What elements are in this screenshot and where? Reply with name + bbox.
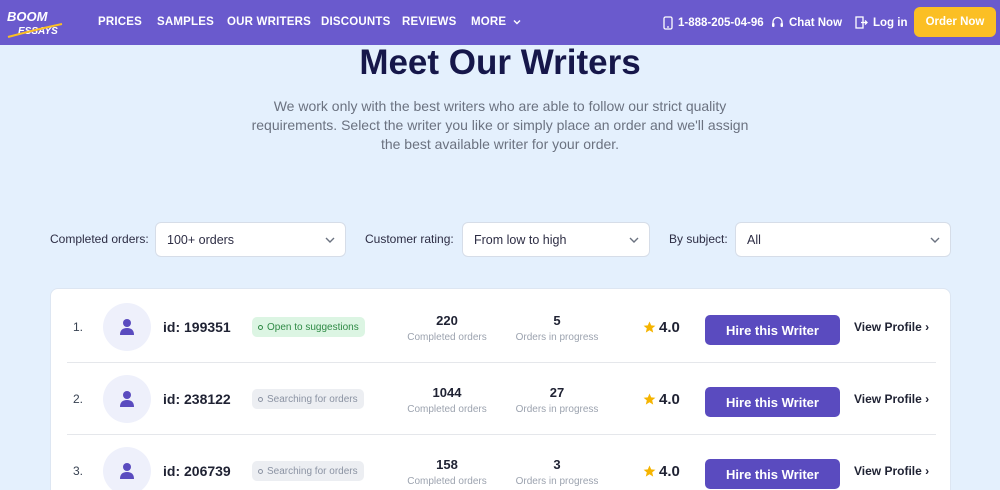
- row-number: 1.: [73, 320, 84, 334]
- rating-value: 4.0: [659, 390, 680, 408]
- by-subject-value: All: [747, 232, 761, 247]
- writer-id: id: 238122: [163, 391, 231, 407]
- rating-value: 4.0: [659, 318, 680, 336]
- star-icon: [643, 393, 656, 405]
- completed-orders-value: 100+ orders: [167, 232, 235, 247]
- user-icon: [120, 319, 134, 335]
- status-badge: Searching for orders: [252, 461, 364, 481]
- status-badge: Open to suggestions: [252, 317, 365, 337]
- avatar: [103, 303, 151, 351]
- nav-samples[interactable]: SAMPLES: [157, 0, 214, 45]
- writer-rating: 4.0: [643, 435, 680, 490]
- chat-now-label: Chat Now: [789, 16, 843, 29]
- status-label: Searching for orders: [267, 465, 358, 477]
- nav-discounts[interactable]: DISCOUNTS: [321, 0, 391, 45]
- star-icon: [643, 465, 656, 477]
- login-label: Log in: [873, 16, 908, 29]
- writer-row: 1. id: 199351 Open to suggestions 220 Co…: [51, 291, 952, 363]
- orders-in-progress-caption: Orders in progress: [515, 332, 599, 343]
- chat-now-link[interactable]: Chat Now: [771, 0, 842, 45]
- completed-orders-label: Completed orders:: [50, 232, 149, 246]
- nav-more-label: MORE: [471, 16, 507, 28]
- orders-in-progress-caption: Orders in progress: [515, 404, 599, 415]
- svg-text:BOOM: BOOM: [7, 9, 49, 24]
- top-nav: BOOM ESSAYS PRICES SAMPLES OUR WRITERS D…: [0, 0, 1000, 45]
- completed-orders-stat: 158 Completed orders: [392, 457, 502, 487]
- writers-list: 1. id: 199351 Open to suggestions 220 Co…: [50, 288, 951, 490]
- orders-in-progress-count: 5: [553, 313, 561, 328]
- hire-writer-button[interactable]: Hire this Writer: [705, 459, 840, 489]
- login-link[interactable]: Log in: [855, 0, 908, 45]
- completed-orders-caption: Completed orders: [407, 332, 487, 343]
- orders-in-progress-stat: 5 Orders in progress: [502, 313, 612, 343]
- hire-writer-button[interactable]: Hire this Writer: [705, 315, 840, 345]
- completed-orders-stat: 220 Completed orders: [392, 313, 502, 343]
- chevron-down-icon: [513, 19, 521, 25]
- orders-in-progress-caption: Orders in progress: [515, 476, 599, 487]
- writer-id: id: 206739: [163, 463, 231, 479]
- phone-icon: [663, 15, 673, 30]
- login-icon: [855, 16, 868, 29]
- hire-writer-button[interactable]: Hire this Writer: [705, 387, 840, 417]
- by-subject-select[interactable]: All: [735, 222, 951, 257]
- customer-rating-value: From low to high: [474, 232, 567, 247]
- completed-orders-count: 220: [436, 313, 458, 328]
- orders-in-progress-stat: 3 Orders in progress: [502, 457, 612, 487]
- headset-icon: [772, 16, 783, 27]
- orders-in-progress-stat: 27 Orders in progress: [502, 385, 612, 415]
- orders-in-progress-count: 3: [553, 457, 561, 472]
- phone-link[interactable]: 1-888-205-04-96: [663, 0, 764, 45]
- completed-orders-count: 158: [436, 457, 458, 472]
- orders-in-progress-count: 27: [549, 385, 565, 400]
- user-icon: [120, 391, 134, 407]
- completed-orders-count: 1044: [432, 385, 462, 400]
- status-badge: Searching for orders: [252, 389, 364, 409]
- customer-rating-select[interactable]: From low to high: [462, 222, 650, 257]
- phone-number: 1-888-205-04-96: [678, 16, 764, 29]
- boom-essays-logo[interactable]: BOOM ESSAYS: [6, 6, 64, 40]
- customer-rating-label: Customer rating:: [365, 232, 454, 246]
- chevron-down-icon: [629, 237, 639, 243]
- writer-id: id: 199351: [163, 319, 231, 335]
- status-label: Open to suggestions: [267, 321, 359, 333]
- page-title: Meet Our Writers: [359, 43, 641, 82]
- avatar: [103, 375, 151, 423]
- nav-our-writers[interactable]: OUR WRITERS: [227, 0, 311, 45]
- star-icon: [643, 321, 656, 333]
- writer-rating: 4.0: [643, 363, 680, 435]
- view-profile-link[interactable]: View Profile ›: [854, 363, 929, 435]
- order-now-button[interactable]: Order Now: [914, 7, 996, 37]
- page-subtitle: We work only with the best writers who a…: [251, 98, 749, 152]
- writer-row: 3. id: 206739 Searching for orders 158 C…: [51, 435, 952, 490]
- chevron-down-icon: [930, 237, 940, 243]
- nav-more[interactable]: MORE: [471, 0, 521, 45]
- user-icon: [120, 463, 134, 479]
- writer-row: 2. id: 238122 Searching for orders 1044 …: [51, 363, 952, 435]
- rating-value: 4.0: [659, 462, 680, 480]
- chevron-down-icon: [325, 237, 335, 243]
- view-profile-link[interactable]: View Profile ›: [854, 435, 929, 490]
- by-subject-label: By subject:: [669, 232, 728, 246]
- nav-prices[interactable]: PRICES: [98, 0, 142, 45]
- writer-rating: 4.0: [643, 291, 680, 363]
- row-number: 3.: [73, 464, 84, 478]
- view-profile-link[interactable]: View Profile ›: [854, 291, 929, 363]
- completed-orders-stat: 1044 Completed orders: [392, 385, 502, 415]
- svg-text:ESSAYS: ESSAYS: [18, 26, 58, 37]
- row-number: 2.: [73, 392, 84, 406]
- nav-reviews[interactable]: REVIEWS: [402, 0, 456, 45]
- completed-orders-caption: Completed orders: [407, 404, 487, 415]
- completed-orders-select[interactable]: 100+ orders: [155, 222, 346, 257]
- completed-orders-caption: Completed orders: [407, 476, 487, 487]
- avatar: [103, 447, 151, 490]
- status-label: Searching for orders: [267, 393, 358, 405]
